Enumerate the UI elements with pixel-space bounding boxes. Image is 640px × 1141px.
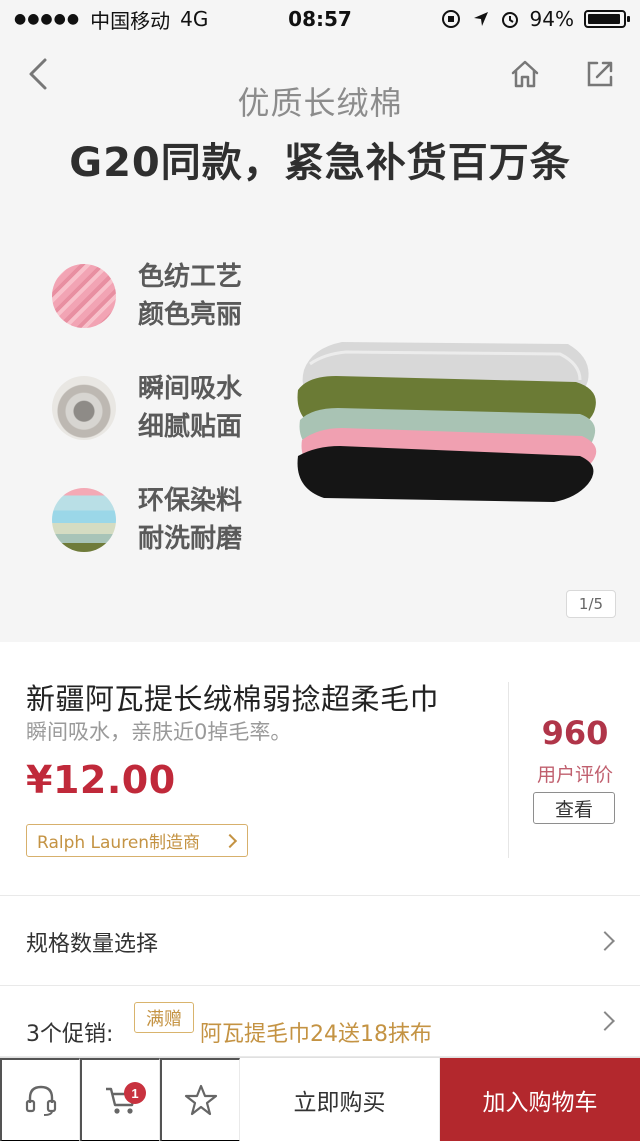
feature-text: 色纺工艺 颜色亮丽: [138, 258, 242, 334]
cart-button[interactable]: 1: [80, 1058, 160, 1141]
view-reviews-button[interactable]: 查看: [533, 792, 615, 824]
add-to-cart-button[interactable]: 加入购物车: [440, 1058, 640, 1141]
headset-icon: [25, 1085, 56, 1116]
battery-percent: 94%: [529, 7, 574, 31]
alarm-icon: [501, 12, 518, 28]
product-price: ¥12.00: [26, 758, 176, 802]
carrier-name: 中国移动: [90, 8, 171, 33]
product-hero-gallery[interactable]: ●●●●● 中国移动 4G 08:57 94% 优质长绒棉 G20同款，紧急补货…: [0, 0, 640, 642]
chevron-right-icon: [222, 833, 238, 848]
network-type: 4G: [180, 7, 209, 31]
review-label: 用户评价: [536, 764, 613, 786]
stacked-towels-thumbnail: [52, 488, 116, 552]
product-title: 新疆阿瓦提长绒棉弱捻超柔毛巾: [26, 682, 440, 716]
cart-count-badge: 1: [124, 1082, 146, 1104]
feature-line: 瞬间吸水: [138, 374, 243, 404]
bottom-action-bar: 1 立即购买 加入购物车: [0, 1057, 640, 1141]
favorite-button[interactable]: [160, 1058, 240, 1141]
promotion-tag: 满赠: [134, 1002, 194, 1033]
pink-towel-thumbnail: [52, 264, 116, 328]
status-right: 94%: [440, 7, 630, 31]
promotion-row[interactable]: 3个促销: 满赠 阿瓦提毛巾24送18抹布: [0, 985, 640, 1057]
product-detail-page: ●●●●● 中国移动 4G 08:57 94% 优质长绒棉 G20同款，紧急补货…: [0, 0, 640, 1141]
promotion-count-label: 3个促销:: [26, 1022, 114, 1047]
feature-line: 环保染料: [138, 486, 243, 516]
status-bar: ●●●●● 中国移动 4G 08:57 94%: [0, 0, 640, 38]
towel-stack-image: [297, 342, 597, 502]
product-subtitle: 瞬间吸水，亲肤近0掉毛率。: [26, 720, 292, 744]
signal-strength-icon: ●●●●●: [14, 11, 81, 27]
feature-line: 色纺工艺: [138, 262, 243, 292]
gallery-page-indicator: 1/5: [566, 590, 616, 618]
promotion-text: 阿瓦提毛巾24送18抹布: [200, 1022, 432, 1047]
customer-service-button[interactable]: [0, 1058, 80, 1141]
feature-item: 瞬间吸水 细腻贴面: [52, 370, 242, 446]
buy-now-button[interactable]: 立即购买: [240, 1058, 440, 1141]
status-left: ●●●●● 中国移动 4G: [14, 5, 208, 34]
maker-badge-link[interactable]: Ralph Lauren制造商: [26, 824, 248, 857]
feature-text: 瞬间吸水 细腻贴面: [138, 370, 242, 446]
hero-subtitle: 优质长绒棉: [237, 84, 403, 122]
rolled-towel-thumbnail: [52, 376, 116, 440]
orientation-lock-icon: [441, 10, 460, 28]
review-count: 960: [541, 714, 609, 752]
hero-title: G20同款，紧急补货百万条: [69, 140, 571, 186]
star-icon: [184, 1084, 217, 1116]
feature-text: 环保染料 耐洗耐磨: [138, 482, 242, 558]
product-info-section: 新疆阿瓦提长绒棉弱捻超柔毛巾 瞬间吸水，亲肤近0掉毛率。 ¥12.00 Ralp…: [0, 642, 640, 894]
status-time: 08:57: [288, 7, 352, 31]
location-icon: [473, 12, 488, 26]
feature-line: 颜色亮丽: [138, 300, 243, 330]
review-divider: [508, 682, 509, 858]
chevron-right-icon: [595, 1011, 615, 1031]
battery-fill: [588, 14, 620, 24]
spec-quantity-label: 规格数量选择: [26, 932, 159, 957]
spec-quantity-row[interactable]: 规格数量选择: [0, 895, 640, 985]
feature-item: 环保染料 耐洗耐磨: [52, 482, 242, 558]
battery-icon: [584, 10, 630, 28]
feature-line: 细腻贴面: [138, 412, 243, 442]
feature-line: 耐洗耐磨: [138, 524, 243, 554]
feature-item: 色纺工艺 颜色亮丽: [52, 258, 242, 334]
chevron-right-icon: [595, 931, 615, 951]
maker-badge-label: Ralph Lauren制造商: [37, 833, 201, 853]
